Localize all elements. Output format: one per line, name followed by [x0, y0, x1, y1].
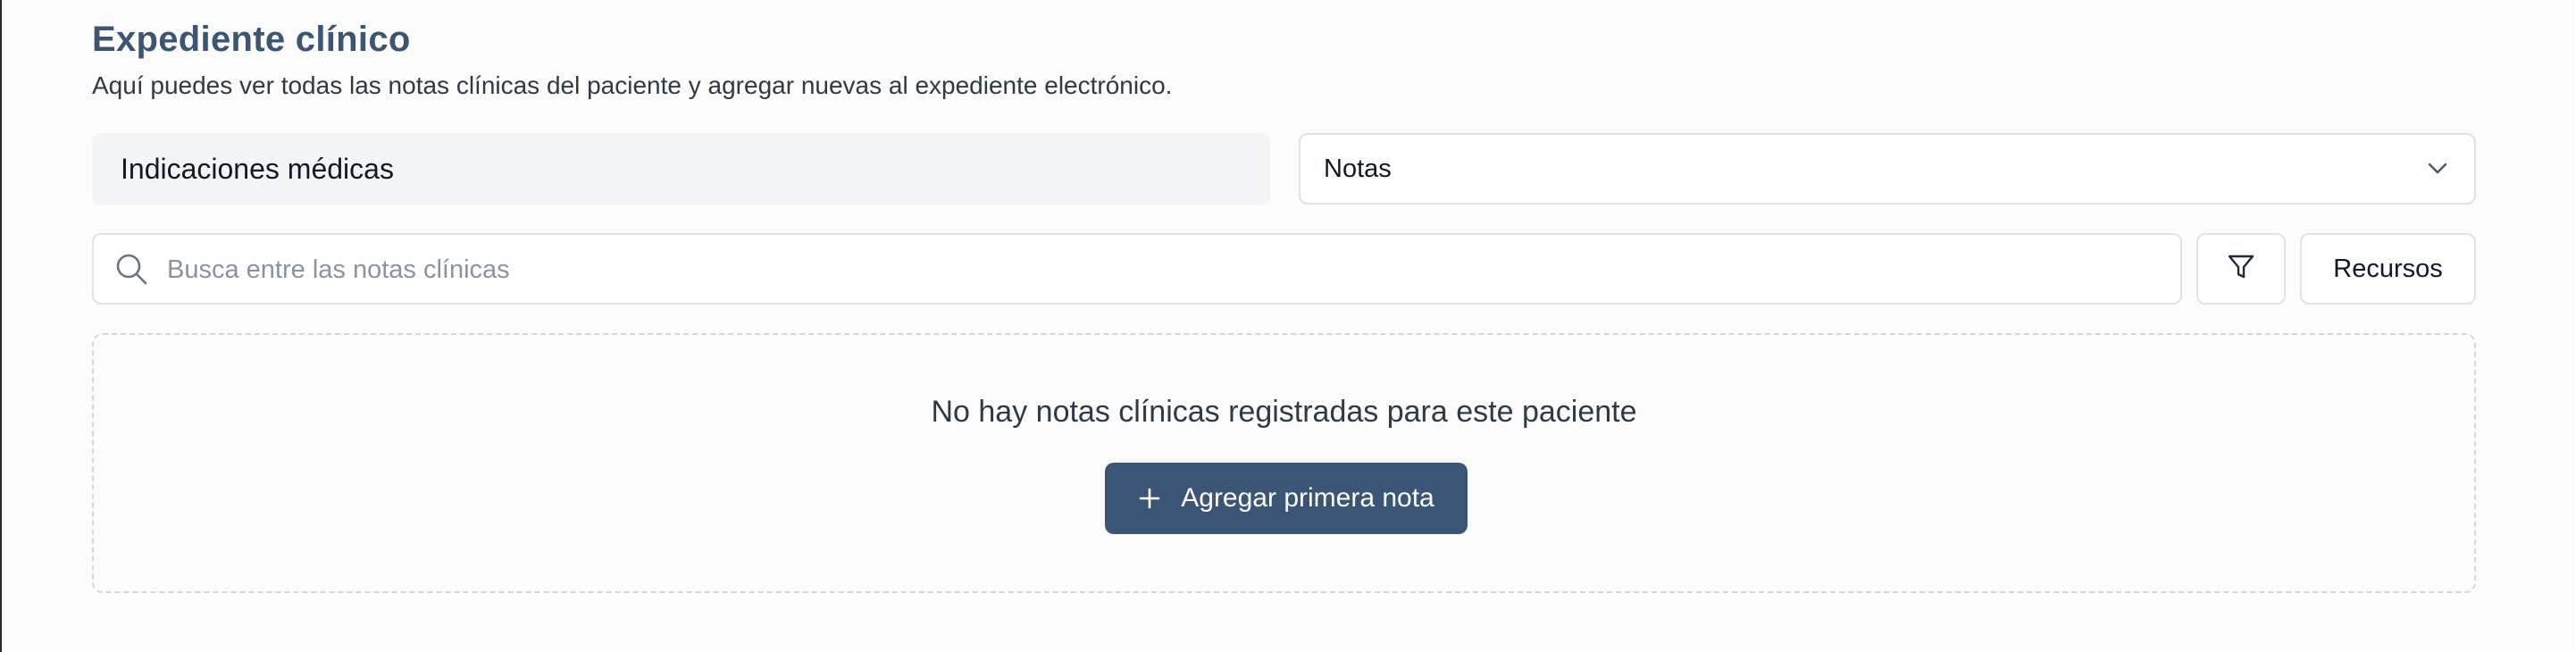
clinical-record-panel: Expediente clínico Aquí puedes ver todas… [0, 0, 2574, 652]
filter-button[interactable] [2196, 233, 2286, 305]
note-type-select[interactable]: Notas [1299, 133, 2476, 205]
empty-state: No hay notas clínicas registradas para e… [92, 333, 2476, 593]
search-icon [113, 251, 149, 287]
empty-state-message: No hay notas clínicas registradas para e… [931, 395, 1637, 429]
add-first-note-label: Agregar primera nota [1181, 483, 1434, 513]
chevron-down-icon [2426, 157, 2449, 180]
plus-icon [1138, 487, 1161, 510]
section-tab-indicaciones[interactable]: Indicaciones médicas [92, 133, 1270, 205]
section-tab-label: Indicaciones médicas [121, 152, 394, 185]
search-bar [92, 233, 2182, 305]
add-first-note-button[interactable]: Agregar primera nota [1105, 463, 1468, 534]
filter-icon [2227, 253, 2255, 286]
page-subtitle: Aquí puedes ver todas las notas clínicas… [92, 71, 1173, 99]
note-type-selected-value: Notas [1324, 154, 1392, 183]
resources-button-label: Recursos [2333, 254, 2443, 283]
resources-button[interactable]: Recursos [2300, 233, 2476, 305]
page-title: Expediente clínico [92, 20, 411, 59]
search-input[interactable] [165, 235, 2134, 305]
